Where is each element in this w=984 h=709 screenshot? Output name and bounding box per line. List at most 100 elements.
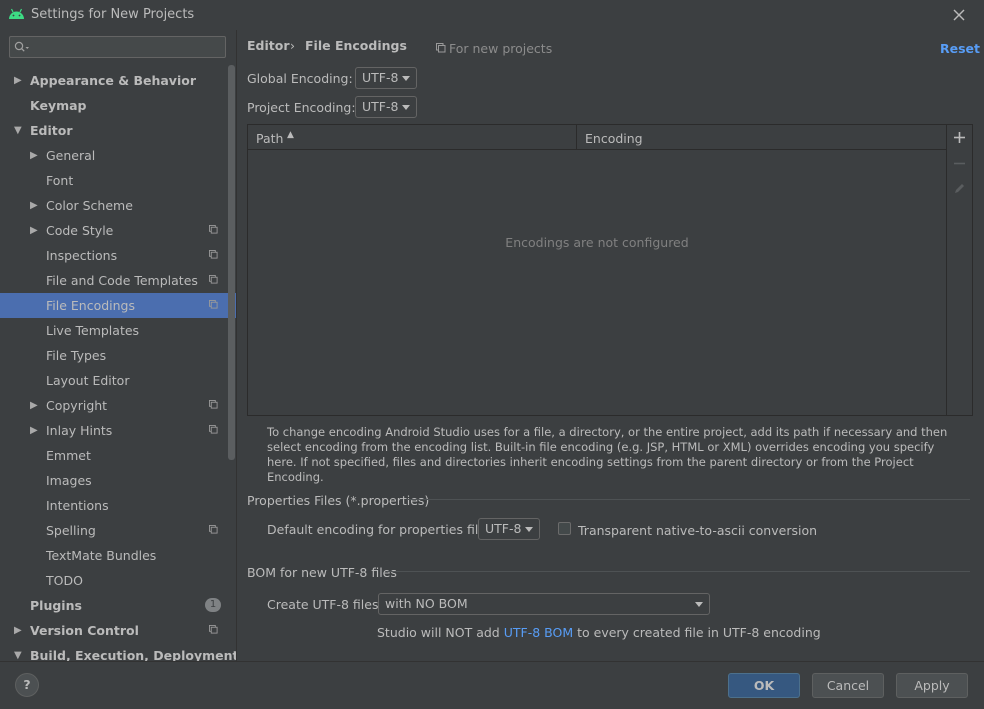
chevron-down-icon <box>695 602 703 607</box>
section-divider <box>387 571 970 572</box>
global-encoding-value: UTF-8 <box>362 70 399 85</box>
sidebar-item[interactable]: File Encodings <box>0 293 236 318</box>
chevron-right-icon[interactable]: ▶ <box>14 68 22 93</box>
section-divider <box>407 499 970 500</box>
bom-section-title: BOM for new UTF-8 files <box>247 565 397 580</box>
sidebar-item-label: Appearance & Behavior <box>30 73 196 88</box>
bom-note-prefix: Studio will NOT add <box>377 625 500 640</box>
project-scope-icon <box>209 250 218 259</box>
sidebar-item-label: File Types <box>46 348 107 363</box>
sidebar-item[interactable]: Intentions <box>0 493 228 518</box>
update-count-badge: 1 <box>205 598 221 612</box>
table-empty-text: Encodings are not configured <box>505 235 689 250</box>
sidebar-item-label: General <box>46 148 96 163</box>
sidebar-item[interactable]: Plugins 1 <box>0 593 228 618</box>
breadcrumb-parent[interactable]: Editor <box>247 38 290 53</box>
scope-note: For new projects <box>449 41 553 56</box>
chevron-right-icon[interactable]: ▶ <box>30 143 38 168</box>
chevron-right-icon[interactable]: ▶ <box>30 418 38 443</box>
chevron-right-icon[interactable]: ▶ <box>30 193 38 218</box>
sidebar-item-label: Inlay Hints <box>46 423 113 438</box>
reset-link[interactable]: Reset <box>940 41 980 56</box>
sidebar-item-label: Plugins <box>30 598 82 613</box>
bom-create-label: Create UTF-8 files: <box>267 597 383 612</box>
sidebar-item-label: File and Code Templates <box>46 273 198 288</box>
edit-icon[interactable] <box>953 182 966 195</box>
sidebar-item[interactable]: File Types <box>0 343 228 368</box>
project-scope-icon <box>436 43 446 53</box>
search-input[interactable] <box>9 36 226 58</box>
sidebar-item[interactable]: ▶ Inlay Hints <box>0 418 228 443</box>
column-path[interactable]: Path <box>256 131 283 146</box>
chevron-down-icon <box>402 105 410 110</box>
search-icon <box>14 41 29 52</box>
sidebar-item-label: TextMate Bundles <box>46 548 157 563</box>
project-scope-icon <box>209 225 218 234</box>
sort-ascending-icon: ▲ <box>287 130 294 140</box>
sidebar-item[interactable]: Images <box>0 468 228 493</box>
sidebar-item[interactable]: ▶ Appearance & Behavior <box>0 68 228 93</box>
sidebar-item[interactable]: Keymap <box>0 93 228 118</box>
column-encoding[interactable]: Encoding <box>585 131 643 146</box>
transparent-conversion-checkbox[interactable] <box>558 522 571 535</box>
sidebar-item[interactable]: ▶ Code Style <box>0 218 228 243</box>
table-header: Path ▲ Encoding <box>248 125 946 150</box>
ok-button[interactable]: OK <box>728 673 800 698</box>
project-scope-icon <box>209 300 218 309</box>
breadcrumb-separator: › <box>290 38 295 53</box>
cancel-button[interactable]: Cancel <box>812 673 884 698</box>
sidebar-item-label: Copyright <box>46 398 108 413</box>
sidebar-scrollbar[interactable] <box>228 65 235 460</box>
encodings-table[interactable] <box>247 124 947 416</box>
sidebar-item-label: Live Templates <box>46 323 140 338</box>
sidebar-item[interactable]: TODO <box>0 568 228 593</box>
add-icon[interactable] <box>953 131 966 144</box>
sidebar-item[interactable]: ▶ Color Scheme <box>0 193 228 218</box>
chevron-down-icon <box>402 76 410 81</box>
search-field[interactable] <box>32 38 226 58</box>
sidebar-item-label: Images <box>46 473 92 488</box>
properties-encoding-value: UTF-8 <box>485 521 522 536</box>
utf8-bom-link[interactable]: UTF-8 BOM <box>504 625 573 640</box>
chevron-right-icon[interactable]: ▶ <box>30 393 38 418</box>
sidebar-item[interactable]: ▼ Editor <box>0 118 228 143</box>
sidebar-item[interactable]: Emmet <box>0 443 228 468</box>
close-icon[interactable] <box>948 4 970 26</box>
properties-section-title: Properties Files (*.properties) <box>247 493 430 508</box>
title-bar: Settings for New Projects <box>0 0 984 30</box>
sidebar-item[interactable]: ▶ Version Control <box>0 618 228 643</box>
apply-button[interactable]: Apply <box>896 673 968 698</box>
chevron-right-icon[interactable]: ▶ <box>30 218 38 243</box>
transparent-conversion-label[interactable]: Transparent native-to-ascii conversion <box>578 523 817 538</box>
sidebar-item[interactable]: ▶ General <box>0 143 228 168</box>
global-encoding-label: Global Encoding: <box>247 71 353 86</box>
sidebar-item[interactable]: Live Templates <box>0 318 228 343</box>
project-scope-icon <box>209 625 218 634</box>
sidebar-item-label: Layout Editor <box>46 373 130 388</box>
remove-icon[interactable] <box>953 157 966 170</box>
sidebar-item-label: File Encodings <box>46 298 136 313</box>
sidebar-item[interactable]: File and Code Templates <box>0 268 228 293</box>
project-scope-icon <box>209 425 218 434</box>
sidebar-item-label: Spelling <box>46 523 96 538</box>
sidebar-item[interactable]: Spelling <box>0 518 228 543</box>
project-encoding-select[interactable]: UTF-8 <box>355 96 417 118</box>
project-scope-icon <box>209 400 218 409</box>
bom-create-select[interactable]: with NO BOM <box>378 593 710 615</box>
sidebar-item[interactable]: ▶ Copyright <box>0 393 228 418</box>
properties-encoding-select[interactable]: UTF-8 <box>478 518 540 540</box>
bom-note-suffix: to every created file in UTF-8 encoding <box>577 625 821 640</box>
sidebar-item[interactable]: Inspections <box>0 243 228 268</box>
chevron-right-icon[interactable]: ▶ <box>14 618 22 643</box>
sidebar-item-label: Code Style <box>46 223 114 238</box>
sidebar-item[interactable]: Layout Editor <box>0 368 228 393</box>
project-scope-icon <box>209 525 218 534</box>
properties-default-label: Default encoding for properties files: <box>267 522 497 537</box>
sidebar-item-label: Emmet <box>46 448 91 463</box>
chevron-down-icon[interactable]: ▼ <box>14 118 22 143</box>
global-encoding-select[interactable]: UTF-8 <box>355 67 417 89</box>
sidebar-item[interactable]: TextMate Bundles <box>0 543 228 568</box>
android-icon <box>9 8 24 19</box>
sidebar-item[interactable]: Font <box>0 168 228 193</box>
help-button[interactable]: ? <box>15 673 39 697</box>
